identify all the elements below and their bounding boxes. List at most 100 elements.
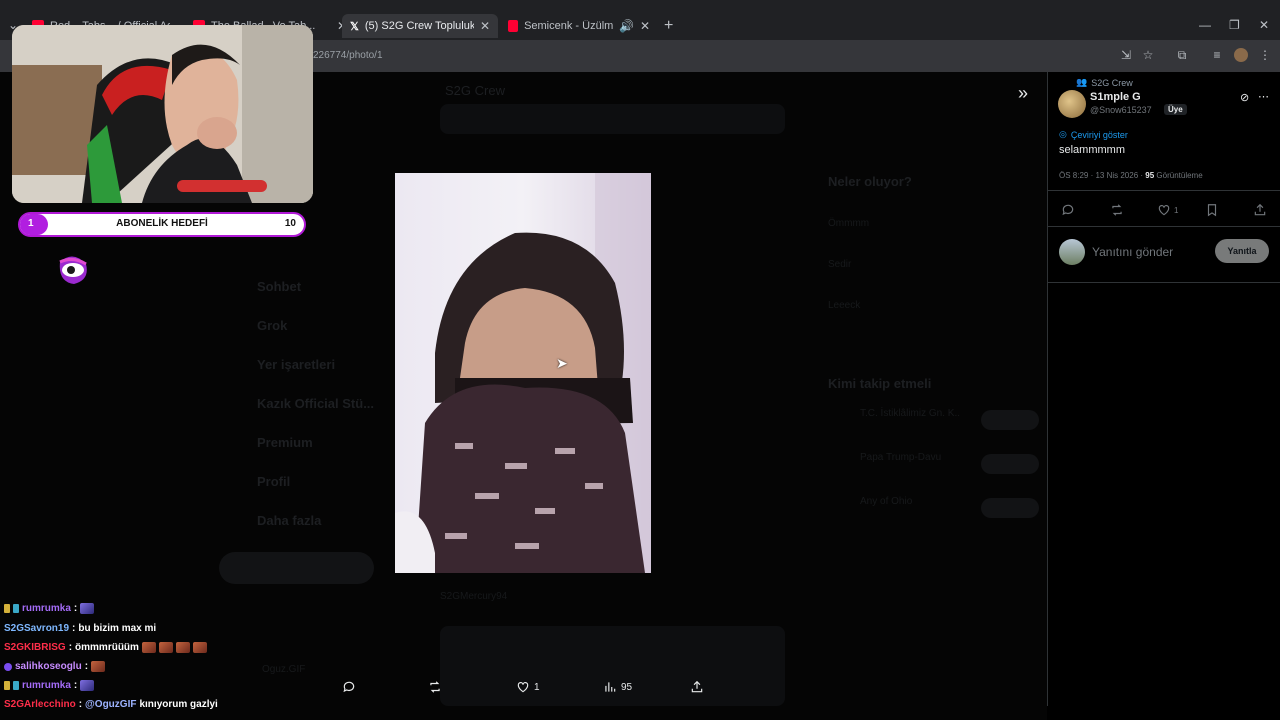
like-count: 1 bbox=[534, 681, 540, 693]
chat-colon: : bbox=[73, 603, 78, 614]
bookmark-star-icon[interactable]: ☆ bbox=[1141, 48, 1155, 62]
reply-button[interactable] bbox=[342, 680, 356, 694]
reply-icon bbox=[1062, 204, 1074, 216]
chat-mention[interactable]: @OguzGIF bbox=[85, 699, 136, 710]
like-button[interactable]: 1 bbox=[516, 680, 540, 694]
member-badge: Üye bbox=[1164, 104, 1187, 115]
subscription-goal-bar: 1 ABONELİK HEDEFİ 10 bbox=[18, 212, 306, 237]
chat-username[interactable]: salihkoseoglu bbox=[15, 661, 82, 672]
chat-message: S2GArlecchino : @OguzGIF kınıyorum gazly… bbox=[4, 699, 218, 710]
ghost-follow-1: T.C. İstiklâlimiz Gn. K.. bbox=[860, 408, 961, 419]
restore-icon[interactable]: ❐ bbox=[1229, 18, 1240, 32]
ghost-follow-2: Papa Trump-Davu bbox=[860, 452, 942, 463]
minimize-icon[interactable]: — bbox=[1199, 18, 1211, 32]
ghost-nav-5: Premium bbox=[257, 435, 313, 450]
chat-username[interactable]: rumrumka bbox=[22, 603, 71, 614]
media-control-icon[interactable]: ≡ bbox=[1210, 48, 1224, 62]
chat-username[interactable]: S2GSavron19 bbox=[4, 623, 69, 634]
translate-link[interactable]: ◎ Çeviriyi göster bbox=[1059, 129, 1128, 140]
install-app-icon[interactable]: ⇲ bbox=[1119, 48, 1133, 62]
post-timestamp[interactable]: ÖS 8:29 · 13 Nis 2026 · bbox=[1059, 171, 1143, 180]
new-tab-button[interactable]: + bbox=[664, 17, 673, 35]
side-share-button[interactable] bbox=[1253, 203, 1267, 217]
chat-message: S2GSavron19 : bu bizim max mi bbox=[4, 623, 156, 634]
close-tab-icon[interactable]: ✕ bbox=[640, 19, 650, 33]
chat-message: S2GKIBRISG : ömmmrüüüm bbox=[4, 642, 207, 653]
bookmark-icon bbox=[1207, 204, 1217, 217]
streamer-webcam bbox=[12, 25, 313, 203]
url-text[interactable]: 226774/photo/1 bbox=[313, 50, 383, 61]
chat-colon: : bbox=[68, 642, 73, 653]
chat-username[interactable]: S2GKIBRISG bbox=[4, 642, 66, 653]
chat-text: bu bizim max mi bbox=[78, 623, 157, 634]
divider bbox=[1048, 282, 1280, 283]
collapse-panel-icon[interactable]: » bbox=[1018, 83, 1028, 104]
chat-badge bbox=[13, 604, 19, 613]
reply-input[interactable]: Yanıtını gönder bbox=[1092, 245, 1173, 259]
speaker-icon[interactable]: 🔊 bbox=[619, 19, 634, 33]
ghost-nav-6: Profil bbox=[257, 474, 291, 489]
browser-tab-4[interactable]: Semicenk - Üzülmedim Ki ( 🔊 ✕ bbox=[500, 14, 658, 38]
chat-message: rumrumka : bbox=[4, 680, 95, 691]
chat-colon: : bbox=[84, 661, 89, 672]
repost-icon bbox=[430, 681, 440, 693]
grok-icon[interactable]: ⊘ bbox=[1240, 91, 1249, 104]
profile-avatar[interactable] bbox=[1234, 48, 1248, 62]
analytics-icon bbox=[605, 682, 616, 692]
post-photo[interactable] bbox=[395, 173, 651, 573]
post-view-label: Görüntüleme bbox=[1156, 171, 1203, 180]
ghost-nav-2: Grok bbox=[257, 318, 288, 333]
divider bbox=[1048, 226, 1280, 227]
browser-tab-3[interactable]: 𝕏 (5) S2G Crew Topluluk / X ✕ bbox=[342, 14, 498, 38]
author-avatar[interactable] bbox=[1058, 90, 1086, 118]
chat-username[interactable]: rumrumka bbox=[22, 680, 71, 691]
ghost-footer-user: Oguz.GIF bbox=[262, 664, 306, 675]
ghost-trend-3: Leeeck bbox=[828, 300, 861, 311]
ghost-nav-1: Sohbet bbox=[257, 279, 302, 294]
ghost-follow-button bbox=[981, 498, 1039, 518]
chat-emote bbox=[141, 642, 156, 653]
ghost-nav-7: Daha fazla bbox=[257, 513, 322, 528]
globe-icon: ◎ bbox=[1059, 129, 1067, 139]
ghost-trend-1: Ömmmm bbox=[828, 218, 870, 229]
repost-button[interactable] bbox=[428, 680, 442, 694]
webcam-feed bbox=[12, 25, 313, 203]
side-bookmark-button[interactable] bbox=[1205, 203, 1219, 217]
ghost-header: S2G Crew bbox=[445, 83, 505, 98]
share-icon bbox=[691, 680, 703, 693]
mouse-cursor-icon: ➤ bbox=[556, 355, 568, 371]
close-window-icon[interactable]: ✕ bbox=[1259, 18, 1269, 32]
close-tab-icon[interactable]: ✕ bbox=[480, 19, 490, 33]
community-icon: 👥 bbox=[1076, 77, 1088, 87]
repost-icon bbox=[1112, 204, 1122, 216]
share-icon bbox=[1254, 203, 1266, 216]
reply-submit-button[interactable]: Yanıtla bbox=[1215, 239, 1269, 263]
community-name: S2G Crew bbox=[1091, 77, 1133, 88]
extensions-icon[interactable]: ⧉ bbox=[1175, 48, 1189, 62]
chat-colon: : bbox=[73, 680, 78, 691]
views-count: 95 bbox=[621, 681, 633, 693]
post-view-count: 95 bbox=[1145, 171, 1155, 180]
chat-text: ömmmrüüüm bbox=[75, 642, 139, 653]
author-name[interactable]: S1mple G bbox=[1090, 91, 1141, 103]
eye-mascot-icon bbox=[59, 256, 87, 284]
browser-menu-icon[interactable]: ⋮ bbox=[1258, 48, 1272, 62]
chat-colon: : bbox=[72, 623, 76, 634]
more-options-icon[interactable]: ⋯ bbox=[1258, 90, 1269, 103]
community-label[interactable]: 👥 S2G Crew bbox=[1076, 77, 1133, 88]
photo-action-bar: 1 95 bbox=[300, 680, 730, 704]
share-button[interactable] bbox=[690, 680, 704, 694]
side-reply-button[interactable] bbox=[1061, 203, 1075, 217]
post-detail-panel: 👥 S2G Crew S1mple G @Snow615237 Üye ⊘ ⋯ … bbox=[1047, 72, 1280, 706]
side-repost-button[interactable] bbox=[1110, 203, 1124, 217]
chat-badge bbox=[13, 681, 19, 690]
views-button[interactable]: 95 bbox=[603, 680, 632, 694]
goal-label: ABONELİK HEDEFİ bbox=[116, 218, 208, 229]
chat-username[interactable]: S2GArlecchino bbox=[4, 699, 76, 710]
ghost-nav-4: Kazık Official Stü... bbox=[257, 396, 375, 411]
author-handle[interactable]: @Snow615237 bbox=[1090, 105, 1152, 115]
chat-emote bbox=[192, 642, 207, 653]
ghost-trending-title: Neler oluyor? bbox=[828, 174, 912, 189]
ghost-follow-button bbox=[981, 454, 1039, 474]
side-like-button[interactable]: 1 bbox=[1157, 203, 1178, 217]
